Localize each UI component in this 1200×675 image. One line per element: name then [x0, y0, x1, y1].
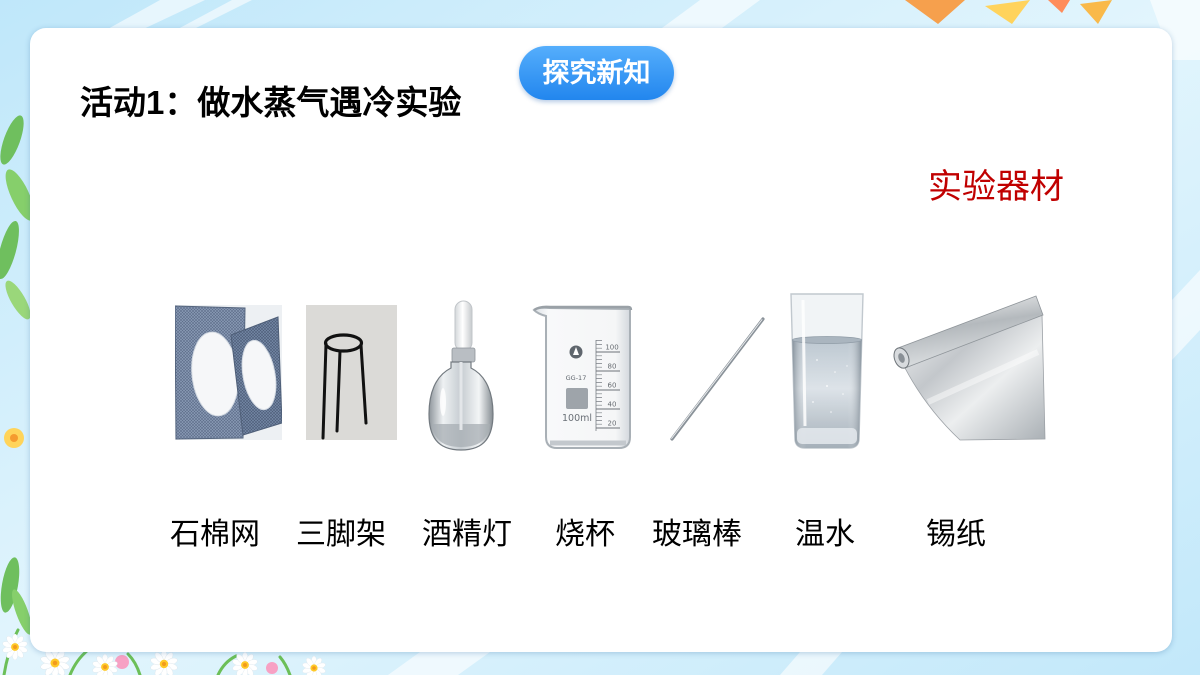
- glass-rod-icon: [670, 317, 765, 441]
- material-label-glass-rod: 玻璃棒: [652, 518, 742, 551]
- alcohol-lamp-icon: [428, 300, 494, 451]
- material-label-warm-water: 温水: [795, 518, 855, 551]
- lamp-collar: [451, 347, 476, 363]
- bubble: [830, 411, 832, 413]
- tripod-icon: [306, 305, 397, 440]
- bubble: [842, 393, 844, 395]
- glass-base: [797, 428, 857, 444]
- tin-foil-icon: [893, 295, 1046, 441]
- glass-rod-image: [668, 315, 768, 443]
- lamp-cap: [454, 300, 473, 352]
- page-title: 活动1：做水蒸气遇冷实验: [80, 84, 462, 121]
- glass-highlight: [440, 388, 446, 416]
- glass-rod-highlight: [671, 319, 763, 439]
- bubble: [816, 359, 818, 361]
- scale-label: 20: [608, 420, 617, 428]
- glass-rod: [670, 317, 765, 441]
- photo-background: [306, 305, 397, 440]
- section-badge: 探究新知: [519, 46, 674, 100]
- flower-decoration: [4, 428, 24, 448]
- material-label-beaker: 烧杯: [555, 518, 615, 551]
- beaker-capacity: 100ml: [562, 413, 592, 424]
- glass-highlight: [801, 299, 807, 427]
- bubble: [834, 371, 836, 373]
- material-label-asbestos-gauze: 石棉网: [170, 518, 260, 551]
- beaker-marking-patch: [566, 388, 588, 409]
- asbestos-gauze-icon: [175, 305, 282, 440]
- beaker-icon: 100 80 60 40 20 GG-17 100ml: [532, 305, 633, 449]
- scale-label: 40: [608, 401, 617, 409]
- beaker-image: 100 80 60 40 20 GG-17 100ml: [530, 300, 633, 452]
- scale-label: 60: [608, 382, 617, 390]
- bubble: [826, 385, 828, 387]
- tripod-image: [306, 305, 397, 440]
- pink-blossom: [115, 655, 129, 669]
- scale-label: 100: [605, 344, 618, 352]
- bubble: [846, 365, 848, 367]
- warm-water-image: [783, 290, 873, 452]
- scale-label: 80: [608, 363, 617, 371]
- tin-foil-image: [888, 292, 1046, 442]
- flower-center: [10, 434, 18, 442]
- asbestos-gauze-image: [175, 305, 282, 440]
- alcohol-lamp-image: [425, 298, 497, 453]
- water-glass-icon: [783, 290, 873, 452]
- materials-heading: 实验器材: [928, 168, 1064, 206]
- material-label-alcohol-lamp: 酒精灯: [422, 518, 512, 551]
- material-label-tripod: 三脚架: [296, 518, 386, 551]
- pink-blossom: [266, 662, 278, 674]
- beaker-glass-code: GG-17: [566, 374, 587, 382]
- material-label-tin-foil: 锡纸: [926, 518, 986, 551]
- bubble: [812, 401, 814, 403]
